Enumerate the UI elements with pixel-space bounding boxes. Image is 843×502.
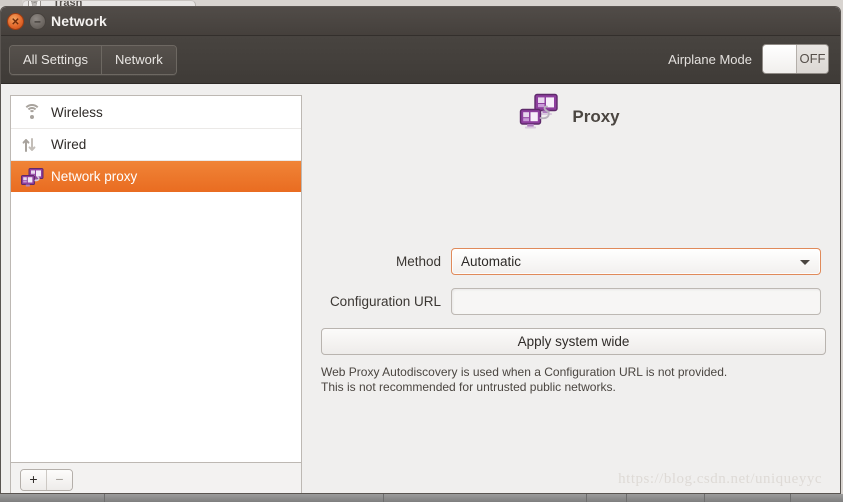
- network-device-list: Wireless Wired: [10, 95, 302, 463]
- taskbar-divider: [104, 494, 105, 502]
- taskbar-divider: [586, 494, 587, 502]
- configuration-url-field-row: Configuration URL: [321, 288, 821, 315]
- proxy-settings-pane: Proxy Method Automatic Configuration URL…: [311, 84, 840, 494]
- toggle-knob: [763, 45, 797, 73]
- all-settings-button[interactable]: All Settings: [10, 46, 101, 74]
- network-button[interactable]: Network: [101, 46, 176, 74]
- sidebar-item-label: Network proxy: [51, 169, 137, 184]
- sidebar-item-wireless[interactable]: Wireless: [11, 96, 301, 128]
- sidebar-item-label: Wireless: [51, 105, 103, 120]
- method-field-row: Method Automatic: [321, 248, 821, 275]
- close-button[interactable]: ✕: [7, 13, 24, 30]
- configuration-url-label: Configuration URL: [321, 294, 451, 309]
- window-title: Network: [51, 7, 107, 35]
- screen: 🗑 Trash ✕ – Network All Settings Network…: [0, 0, 843, 502]
- method-combobox[interactable]: Automatic: [451, 248, 821, 275]
- sidebar-item-network-proxy[interactable]: Network proxy: [11, 160, 301, 192]
- proxy-help-text: Web Proxy Autodiscovery is used when a C…: [321, 365, 841, 395]
- titlebar: ✕ – Network: [1, 7, 840, 36]
- taskbar-divider: [790, 494, 791, 502]
- page-title: Proxy: [572, 107, 619, 127]
- taskbar-background: [0, 494, 843, 502]
- breadcrumb-button-group: All Settings Network: [9, 45, 177, 75]
- minimize-button[interactable]: –: [29, 13, 46, 30]
- pane-header: Proxy: [311, 92, 827, 141]
- taskbar-divider: [626, 494, 627, 502]
- sidebar-footer: + −: [10, 463, 302, 494]
- help-line-1: Web Proxy Autodiscovery is used when a C…: [321, 365, 841, 380]
- toolbar: All Settings Network Airplane Mode OFF: [1, 36, 840, 84]
- close-icon: ✕: [8, 14, 23, 31]
- airplane-mode-control: Airplane Mode OFF: [668, 44, 829, 74]
- method-label: Method: [321, 254, 451, 269]
- apply-system-wide-button[interactable]: Apply system wide: [321, 328, 826, 355]
- airplane-mode-toggle[interactable]: OFF: [762, 44, 829, 74]
- taskbar-divider: [383, 494, 384, 502]
- desktop-taskbar-strip: [0, 494, 843, 502]
- chevron-down-icon: [800, 260, 810, 265]
- toggle-state-label: OFF: [797, 45, 828, 73]
- add-remove-button-group: + −: [20, 469, 73, 491]
- network-settings-window: ✕ – Network All Settings Network Airplan…: [0, 6, 841, 494]
- airplane-mode-label: Airplane Mode: [668, 52, 752, 67]
- wired-arrows-icon: [19, 134, 45, 156]
- taskbar-divider: [704, 494, 705, 502]
- sidebar-item-label: Wired: [51, 137, 86, 152]
- window-content: Wireless Wired: [1, 84, 840, 494]
- proxy-monitors-icon: [518, 92, 562, 141]
- minimize-icon: –: [30, 14, 45, 29]
- proxy-monitors-icon: [19, 166, 45, 188]
- wifi-icon: [19, 101, 45, 123]
- configuration-url-input[interactable]: [451, 288, 821, 315]
- sidebar-item-wired[interactable]: Wired: [11, 128, 301, 160]
- method-selected-value: Automatic: [461, 249, 521, 274]
- help-line-2: This is not recommended for untrusted pu…: [321, 380, 841, 395]
- remove-connection-button[interactable]: −: [46, 470, 72, 490]
- add-connection-button[interactable]: +: [21, 470, 46, 490]
